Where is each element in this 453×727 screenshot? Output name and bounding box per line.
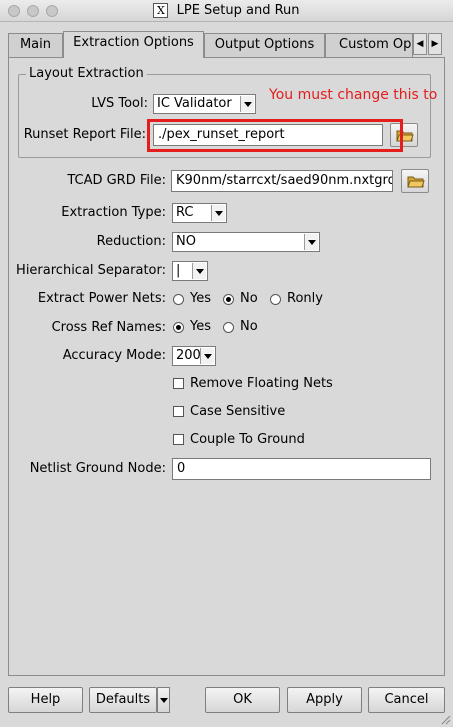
tcad-grd-field[interactable]: K90nm/starrcxt/saed90nm.nxtgrd (171, 170, 393, 192)
tab-custom-options[interactable]: Custom Op (325, 33, 413, 57)
cross-ref-yes-label: Yes (190, 319, 211, 334)
window-title: LPE Setup and Run (176, 3, 300, 18)
cross-ref-yes-radio[interactable] (173, 322, 184, 333)
tcad-browse-button[interactable] (401, 169, 429, 193)
tab-scroll-left-button[interactable]: ◀ (413, 33, 427, 55)
ok-button[interactable]: OK (205, 687, 280, 713)
lvs-tool-value: IC Validator (157, 96, 232, 111)
annotation-text: You must change this to (269, 87, 438, 103)
runset-report-label: Runset Report File: (23, 127, 146, 142)
couple-to-ground-checkbox[interactable] (173, 434, 184, 445)
power-nets-label: Extract Power Nets: (37, 291, 166, 306)
defaults-dropdown-button[interactable] (157, 687, 170, 713)
resize-grip-icon[interactable] (439, 713, 451, 725)
chevron-down-icon (240, 96, 254, 112)
accuracy-mode-value: 200 (176, 348, 201, 363)
title-bar[interactable]: X LPE Setup and Run (0, 0, 453, 22)
tab-output-options[interactable]: Output Options (204, 33, 325, 57)
extraction-type-value: RC (176, 205, 194, 220)
hier-separator-select[interactable]: | (172, 261, 208, 281)
cancel-button[interactable]: Cancel (368, 687, 445, 713)
chevron-down-icon (200, 348, 214, 364)
power-nets-yes-label: Yes (190, 291, 211, 306)
window-title-wrap: X LPE Setup and Run (0, 3, 453, 18)
accuracy-mode-label: Accuracy Mode: (62, 348, 166, 363)
remove-floating-nets-label: Remove Floating Nets (190, 376, 333, 391)
chevron-down-icon (192, 263, 206, 279)
x11-app-icon: X (153, 3, 169, 18)
apply-button[interactable]: Apply (287, 687, 362, 713)
reduction-select[interactable]: NO (172, 232, 320, 252)
layout-extraction-title: Layout Extraction (26, 66, 147, 81)
case-sensitive-checkbox[interactable] (173, 406, 184, 417)
lvs-tool-select[interactable]: IC Validator (153, 94, 256, 114)
tab-scroll-right-button[interactable]: ▶ (428, 33, 442, 55)
cross-ref-no-radio[interactable] (223, 322, 234, 333)
extraction-type-label: Extraction Type: (61, 205, 166, 220)
annotation-highlight-box (147, 119, 403, 152)
netlist-ground-field[interactable]: 0 (172, 458, 431, 480)
cross-ref-label: Cross Ref Names: (51, 320, 166, 335)
case-sensitive-label: Case Sensitive (190, 404, 286, 419)
tab-main[interactable]: Main (8, 33, 63, 57)
chevron-down-icon (211, 205, 225, 221)
hier-separator-value: | (176, 263, 181, 278)
power-nets-yes-radio[interactable] (173, 294, 184, 305)
lvs-tool-label: LVS Tool: (91, 96, 148, 111)
netlist-ground-label: Netlist Ground Node: (29, 461, 166, 476)
chevron-down-icon (304, 234, 318, 250)
tcad-grd-label: TCAD GRD File: (67, 173, 166, 188)
remove-floating-nets-checkbox[interactable] (173, 378, 184, 389)
cross-ref-no-label: No (240, 319, 258, 334)
power-nets-ronly-radio[interactable] (270, 294, 281, 305)
hier-separator-label: Hierarchical Separator: (16, 263, 166, 278)
accuracy-mode-select[interactable]: 200 (172, 346, 216, 366)
defaults-button[interactable]: Defaults (89, 687, 157, 713)
reduction-label: Reduction: (96, 234, 166, 249)
power-nets-ronly-label: Ronly (287, 291, 323, 306)
power-nets-no-radio[interactable] (223, 294, 234, 305)
help-button[interactable]: Help (8, 687, 83, 713)
couple-to-ground-label: Couple To Ground (190, 432, 305, 447)
extraction-type-select[interactable]: RC (172, 203, 227, 223)
tab-extraction-options[interactable]: Extraction Options (63, 31, 204, 58)
folder-open-icon (407, 176, 425, 188)
reduction-value: NO (176, 234, 196, 249)
power-nets-no-label: No (240, 291, 258, 306)
